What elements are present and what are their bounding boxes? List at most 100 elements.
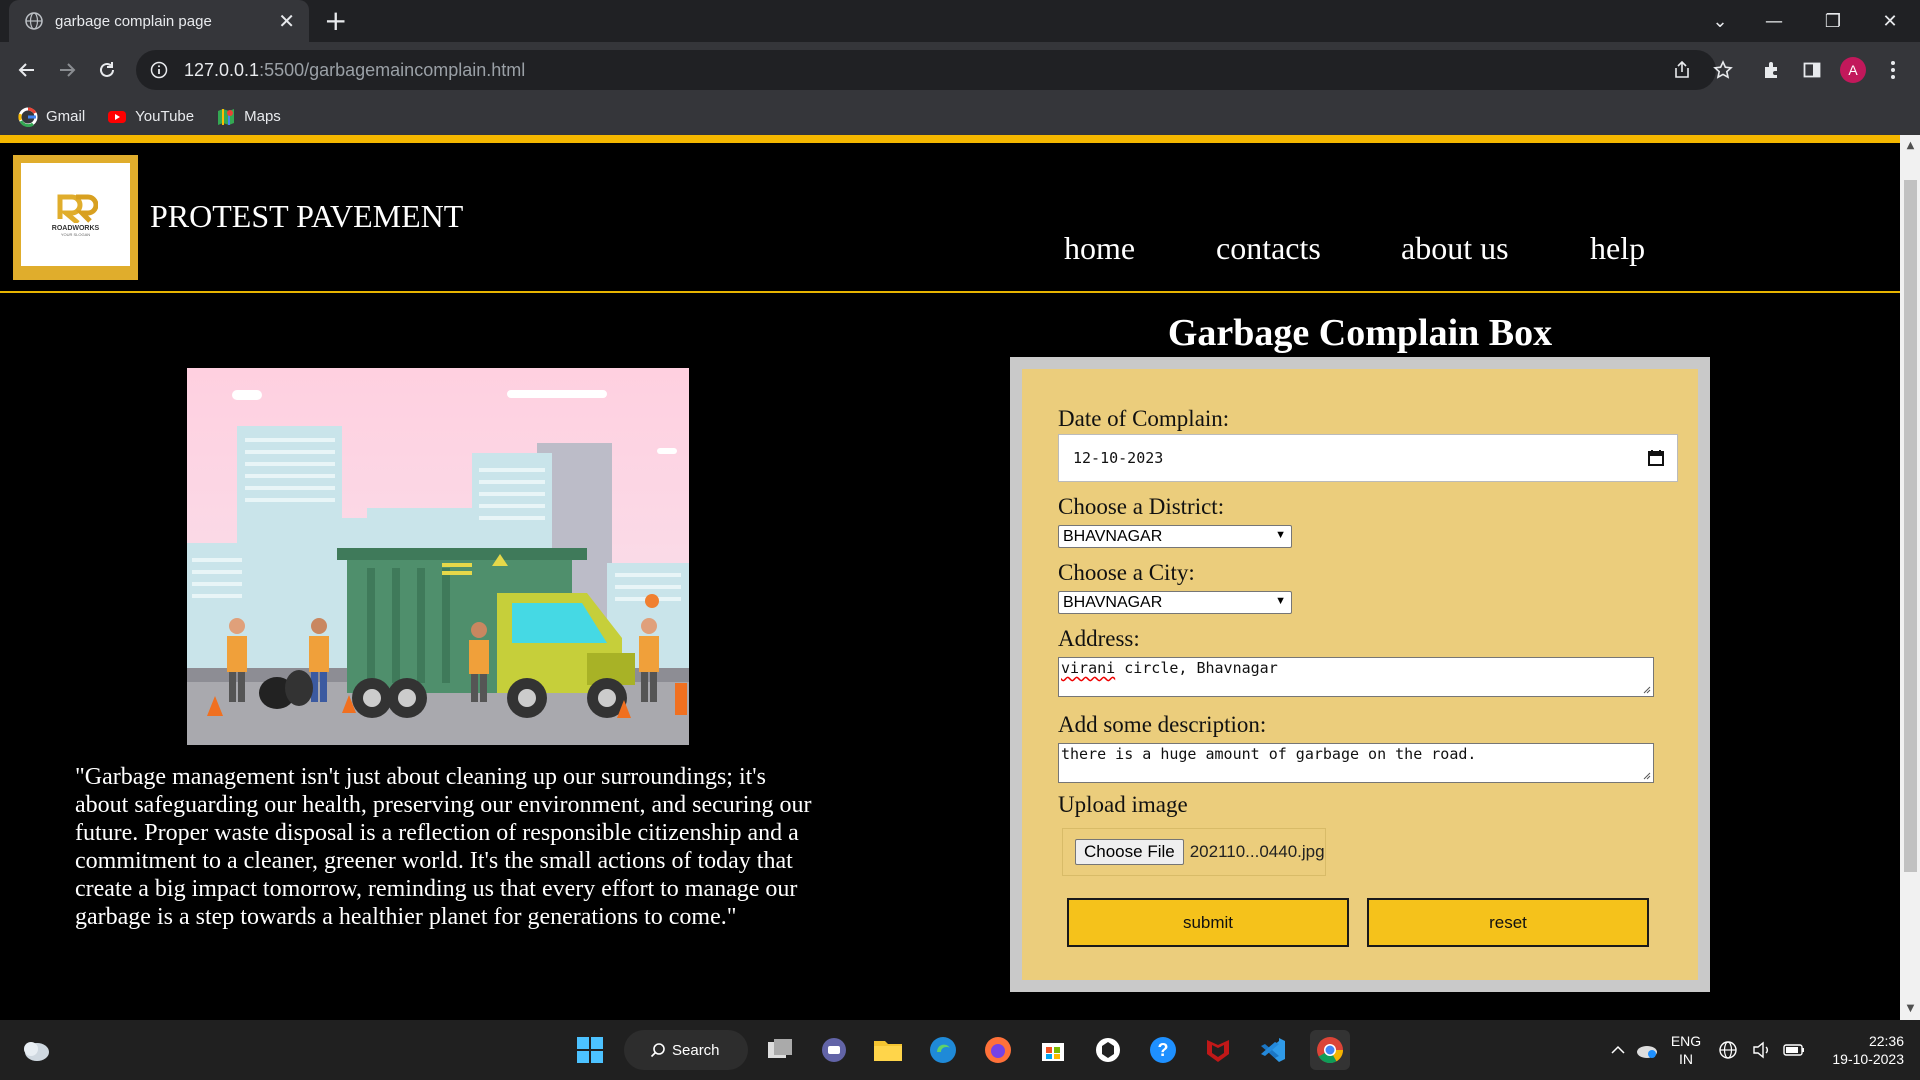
battery-icon[interactable] [1782,1032,1806,1068]
app-shield-icon[interactable] [1090,1032,1126,1068]
logo-card: ROADWORKS YOUR SLOGAN [21,163,130,266]
weather-icon[interactable] [18,1032,54,1068]
submit-button[interactable]: submit [1067,898,1349,947]
minimize-button[interactable]: — [1746,0,1802,42]
volume-icon[interactable] [1750,1032,1774,1068]
language-code: ENG [1670,1033,1702,1049]
city-select[interactable]: BHAVNAGAR ▼ [1058,591,1292,614]
resize-grip-icon[interactable] [1643,772,1651,780]
clock-time: 22:36 [1868,1033,1904,1049]
roadworks-logo-icon [57,194,98,223]
bookmark-label: Gmail [46,108,86,125]
calendar-icon[interactable] [1647,449,1665,467]
nav-contacts[interactable]: contacts [1216,230,1321,267]
reset-button[interactable]: reset [1367,898,1649,947]
resize-grip-icon[interactable] [1643,686,1651,694]
reload-button[interactable] [93,56,121,84]
site-logo[interactable]: ROADWORKS YOUR SLOGAN [13,155,138,280]
restore-button[interactable]: ❐ [1805,0,1861,42]
clock[interactable]: 22:36 19-10-2023 [1818,1032,1904,1068]
browser-tab[interactable]: garbage complain page ✕ [9,0,309,42]
logo-name: ROADWORKS [51,224,100,232]
browser-tab-bar: garbage complain page ✕ + ⌄ — ❐ ✕ [0,0,1920,42]
vscode-icon[interactable] [1255,1032,1291,1068]
bookmark-youtube[interactable]: YouTube [107,107,194,127]
forward-arrow-icon [60,63,76,77]
back-button[interactable] [13,56,41,84]
url-path: :5500/garbagemaincomplain.html [259,59,526,80]
site-info-icon[interactable] [150,61,168,79]
url-text: 127.0.0.1:5500/garbagemaincomplain.html [184,60,525,81]
mcafee-icon[interactable] [1200,1032,1236,1068]
share-icon[interactable] [1668,56,1696,84]
region-code: IN [1679,1051,1693,1067]
chevron-down-icon: ▼ [1275,595,1286,607]
task-view-icon[interactable] [762,1032,798,1068]
scroll-up-arrow-icon[interactable]: ▲ [1904,140,1917,151]
start-windows-icon[interactable] [572,1032,608,1068]
menu-kebab-icon[interactable] [1879,56,1907,84]
globe-icon [25,12,43,30]
top-accent-stripe [0,135,1900,143]
city-label: Choose a City: [1058,560,1195,585]
logo-slogan: YOUR SLOGAN [60,231,91,237]
tab-search-chevron-icon[interactable]: ⌄ [1692,0,1748,42]
district-label: Choose a District: [1058,494,1225,519]
close-window-button[interactable]: ✕ [1862,0,1918,42]
svg-text:?: ? [1158,1040,1169,1060]
district-value: BHAVNAGAR [1063,527,1163,545]
file-upload: Choose File 202110...0440.jpg [1062,828,1326,876]
nav-about-us[interactable]: about us [1401,230,1509,267]
teams-chat-icon[interactable] [816,1032,852,1068]
chrome-icon[interactable] [1310,1030,1350,1070]
address-text: circle, Bhavnagar [1115,659,1278,677]
clock-date: 19-10-2023 [1832,1051,1904,1067]
new-tab-button[interactable]: + [324,7,347,35]
site-header: ROADWORKS YOUR SLOGAN PROTEST PAVEMENT h… [0,143,1900,293]
firefox-icon[interactable] [980,1032,1016,1068]
bookmark-label: YouTube [135,108,195,125]
search-icon [650,1043,665,1058]
address-textarea[interactable]: virani circle, Bhavnagar [1058,657,1654,697]
choose-file-button[interactable]: Choose File [1075,839,1184,865]
edge-icon[interactable] [925,1032,961,1068]
profile-button[interactable]: A [1839,56,1867,84]
bookmark-gmail[interactable]: Gmail [18,106,86,127]
search-label: Search [672,1041,720,1059]
extensions-icon[interactable] [1758,56,1786,84]
bookmarks-bar: Gmail YouTube Maps [0,98,1920,135]
date-input[interactable]: 12-10-2023 [1058,434,1678,482]
tab-title: garbage complain page [55,12,212,30]
address-bar[interactable]: 127.0.0.1:5500/garbagemaincomplain.html [136,50,1716,90]
input-language[interactable]: ENG IN [1668,1032,1704,1068]
district-select[interactable]: BHAVNAGAR ▼ [1058,525,1292,548]
description-text: there is a huge amount of garbage on the… [1061,745,1477,763]
help-icon[interactable]: ? [1145,1032,1181,1068]
reload-icon [100,62,114,77]
page-viewport: ROADWORKS YOUR SLOGAN PROTEST PAVEMENT h… [0,135,1900,1020]
forward-button[interactable] [53,56,81,84]
nav-help[interactable]: help [1590,230,1645,267]
site-name: PROTEST PAVEMENT [150,198,464,234]
form-title: Garbage Complain Box [1167,312,1553,354]
bookmark-label: Maps [244,108,281,125]
file-explorer-icon[interactable] [870,1032,906,1068]
onedrive-icon[interactable] [1628,1032,1664,1068]
complaint-form-frame: Date of Complain: 12-10-2023 Choose a Di… [1010,357,1710,992]
address-label: Address: [1058,626,1140,651]
scroll-down-arrow-icon[interactable]: ▼ [1904,1003,1917,1014]
upload-label: Upload image [1058,792,1188,817]
network-globe-icon[interactable] [1716,1032,1740,1068]
close-tab-icon[interactable]: ✕ [278,9,295,33]
youtube-icon [108,110,127,123]
city-value: BHAVNAGAR [1063,593,1163,611]
nav-home[interactable]: home [1064,230,1135,267]
garbage-truck-illustration [187,368,689,745]
side-panel-icon[interactable] [1798,56,1826,84]
bookmark-maps[interactable]: Maps [216,107,281,127]
microsoft-store-icon[interactable] [1035,1032,1071,1068]
bookmark-star-icon[interactable] [1709,56,1737,84]
taskbar-search[interactable]: Search [624,1030,748,1070]
description-textarea[interactable]: there is a huge amount of garbage on the… [1058,743,1654,783]
scrollbar-thumb[interactable] [1904,180,1917,872]
